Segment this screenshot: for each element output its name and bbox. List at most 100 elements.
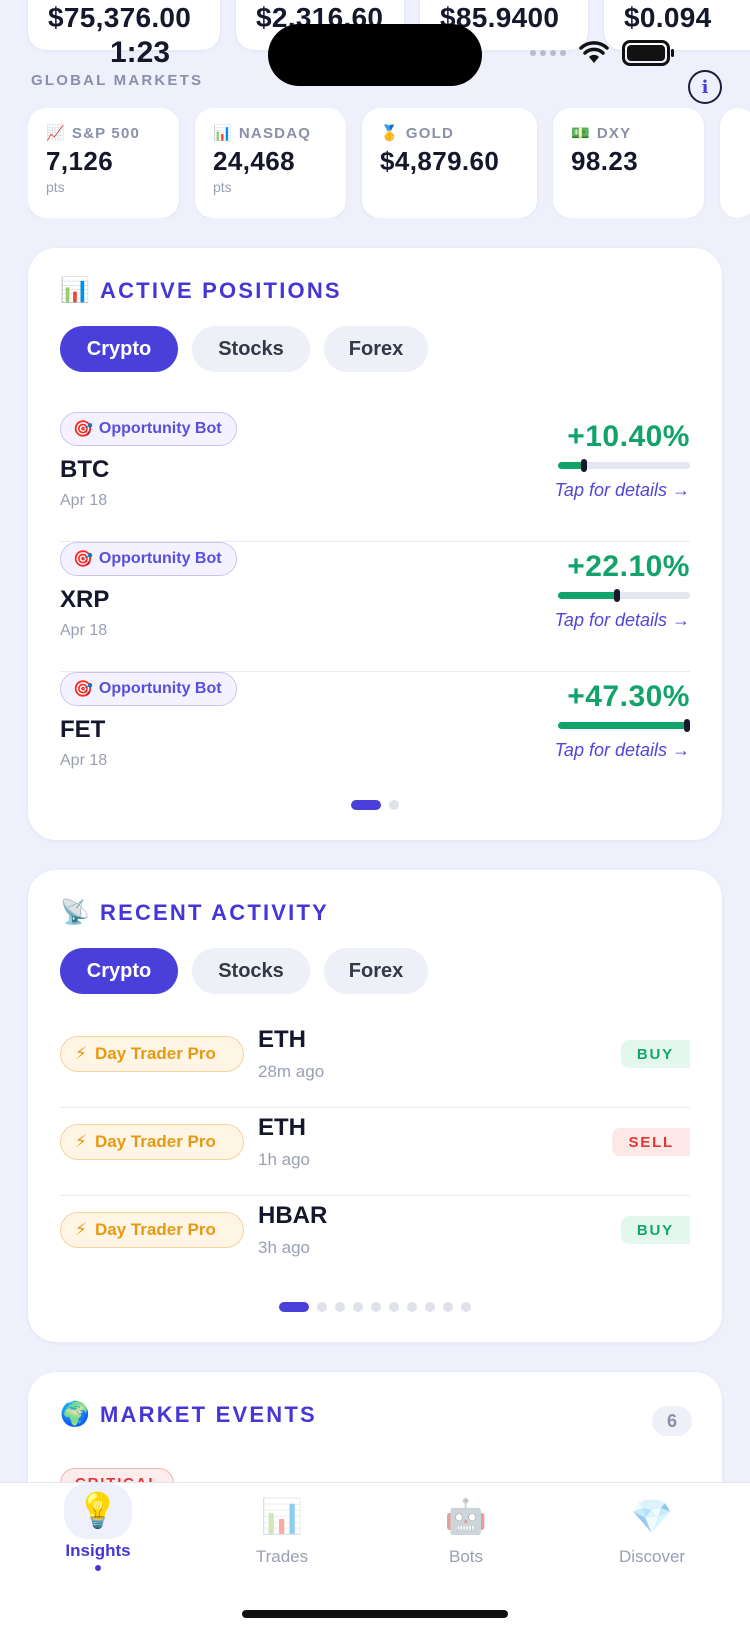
bot-badge: ⚡ Day Trader Pro: [60, 1124, 244, 1160]
market-label: GOLD: [405, 124, 455, 142]
market-card-nasdaq[interactable]: 📊 NASDAQ 24,468 pts: [195, 108, 346, 218]
tab-trades[interactable]: 📊 Trades: [212, 1489, 352, 1567]
tab-label: Discover: [618, 1547, 686, 1566]
tab-crypto[interactable]: Crypto: [60, 326, 178, 372]
page-dot[interactable]: [425, 1302, 435, 1312]
positions-page-dots[interactable]: [28, 800, 722, 810]
position-symbol: XRP: [60, 586, 110, 613]
bot-badge: ⚡ Day Trader Pro: [60, 1212, 244, 1248]
lightbulb-icon: 💡: [64, 1483, 132, 1539]
page-dot[interactable]: [279, 1302, 309, 1312]
bar-chart-icon: 📊: [260, 1498, 304, 1536]
position-date: Apr 18: [60, 492, 108, 509]
page-dot[interactable]: [461, 1302, 471, 1312]
market-card-gold[interactable]: 🥇 GOLD $4,879.60: [362, 108, 537, 218]
position-symbol: FET: [60, 716, 106, 743]
activity-row[interactable]: ⚡ Day Trader Pro ETH 1h ago SELL: [60, 1110, 690, 1196]
tab-label: Bots: [448, 1547, 484, 1566]
page-dot[interactable]: [389, 1302, 399, 1312]
market-unit: pts: [213, 179, 232, 195]
bar-chart-icon: 📊: [213, 125, 233, 142]
lightning-icon: ⚡: [75, 1044, 87, 1063]
page-dot[interactable]: [351, 800, 381, 810]
recent-activity-title: 📡 RECENT ACTIVITY: [60, 899, 329, 926]
cellular-signal-icon: [530, 50, 566, 56]
page-dot[interactable]: [353, 1302, 363, 1312]
info-icon[interactable]: i: [688, 70, 722, 104]
position-progress: [558, 719, 690, 732]
lightning-icon: ⚡: [75, 1132, 87, 1151]
bot-badge: 🎯 Opportunity Bot: [60, 672, 237, 706]
tab-label: Insights: [65, 1541, 131, 1560]
position-percent: +22.10%: [567, 550, 690, 583]
activity-symbol: HBAR: [258, 1202, 328, 1229]
market-value: 24,468: [213, 146, 295, 176]
tap-for-details-link[interactable]: Tap for details →: [555, 740, 690, 761]
global-markets-row[interactable]: 📈 S&P 500 7,126 pts 📊 NASDAQ 24,468 pts 🥇 G…: [28, 108, 750, 218]
market-card-partial[interactable]: [720, 108, 750, 218]
tab-forex[interactable]: Forex: [324, 326, 428, 372]
bar-chart-icon: 📊: [60, 277, 93, 304]
market-label: DXY: [596, 124, 632, 142]
status-time: 1:23: [110, 36, 171, 69]
gem-icon: 💎: [630, 1498, 674, 1536]
action-badge: BUY: [620, 1216, 690, 1244]
market-label: S&P 500: [71, 124, 141, 142]
bot-badge: 🎯 Opportunity Bot: [60, 412, 237, 446]
activity-time: 28m ago: [258, 1062, 325, 1081]
position-progress: [558, 459, 690, 472]
page-dot[interactable]: [389, 800, 399, 810]
bot-badge: ⚡ Day Trader Pro: [60, 1036, 244, 1072]
active-positions-title: 📊 ACTIVE POSITIONS: [60, 277, 342, 304]
activity-symbol: ETH: [258, 1114, 306, 1141]
page-dot[interactable]: [317, 1302, 327, 1312]
page-dot[interactable]: [335, 1302, 345, 1312]
activity-page-dots[interactable]: [28, 1302, 722, 1312]
tab-crypto[interactable]: Crypto: [60, 948, 178, 994]
tab-bots[interactable]: 🤖 Bots: [396, 1489, 536, 1567]
wifi-icon: [579, 41, 609, 63]
tab-insights[interactable]: 💡 Insights: [28, 1483, 168, 1571]
bot-badge: 🎯 Opportunity Bot: [60, 542, 237, 576]
position-percent: +10.40%: [567, 420, 690, 453]
market-value: $4,879.60: [380, 146, 500, 176]
position-row[interactable]: 🎯 Opportunity Bot FET Apr 18 +47.30% Tap …: [60, 672, 690, 802]
page-dot[interactable]: [443, 1302, 453, 1312]
position-progress: [558, 589, 690, 602]
bottom-tab-bar: 💡 Insights 📊 Trades 🤖 Bots 💎 Discover: [0, 1482, 750, 1630]
recent-activity-card: 📡 RECENT ACTIVITY Crypto Stocks Forex ⚡ D…: [28, 870, 722, 1342]
dynamic-island: [268, 24, 482, 86]
tap-for-details-link[interactable]: Tap for details →: [555, 480, 690, 501]
satellite-dish-icon: 📡: [60, 899, 93, 926]
activity-symbol: ETH: [258, 1026, 306, 1053]
page-dot[interactable]: [371, 1302, 381, 1312]
tab-stocks[interactable]: Stocks: [192, 948, 310, 994]
tab-forex[interactable]: Forex: [324, 948, 428, 994]
position-row[interactable]: 🎯 Opportunity Bot BTC Apr 18 +10.40% Tap …: [60, 412, 690, 542]
positions-tabs: Crypto Stocks Forex: [60, 326, 428, 372]
position-date: Apr 18: [60, 622, 108, 639]
battery-icon: [622, 40, 674, 66]
position-percent: +47.30%: [567, 680, 690, 713]
market-card-sp500[interactable]: 📈 S&P 500 7,126 pts: [28, 108, 179, 218]
market-value: 98.23: [571, 146, 639, 176]
action-badge: SELL: [612, 1128, 690, 1156]
tab-discover[interactable]: 💎 Discover: [582, 1489, 722, 1567]
target-icon: 🎯: [73, 551, 93, 568]
activity-row[interactable]: ⚡ Day Trader Pro ETH 28m ago BUY: [60, 1022, 690, 1108]
activity-tabs: Crypto Stocks Forex: [60, 948, 428, 994]
market-card-dxy[interactable]: 💵 DXY 98.23: [553, 108, 704, 218]
activity-row[interactable]: ⚡ Day Trader Pro HBAR 3h ago BUY: [60, 1198, 690, 1284]
position-row[interactable]: 🎯 Opportunity Bot XRP Apr 18 +22.10% Tap …: [60, 542, 690, 672]
top-price-value: $0.094: [624, 2, 712, 33]
position-date: Apr 18: [60, 752, 108, 769]
page-dot[interactable]: [407, 1302, 417, 1312]
tab-label: Trades: [255, 1547, 309, 1566]
tap-for-details-link[interactable]: Tap for details →: [555, 610, 690, 631]
home-indicator: [242, 1610, 508, 1618]
tab-stocks[interactable]: Stocks: [192, 326, 310, 372]
lightning-icon: ⚡: [75, 1220, 87, 1239]
global-markets-title: GLOBAL MARKETS: [31, 72, 204, 89]
market-events-title: 🌍 MARKET EVENTS: [60, 1401, 317, 1428]
dollar-banknote-icon: 💵: [571, 125, 591, 142]
